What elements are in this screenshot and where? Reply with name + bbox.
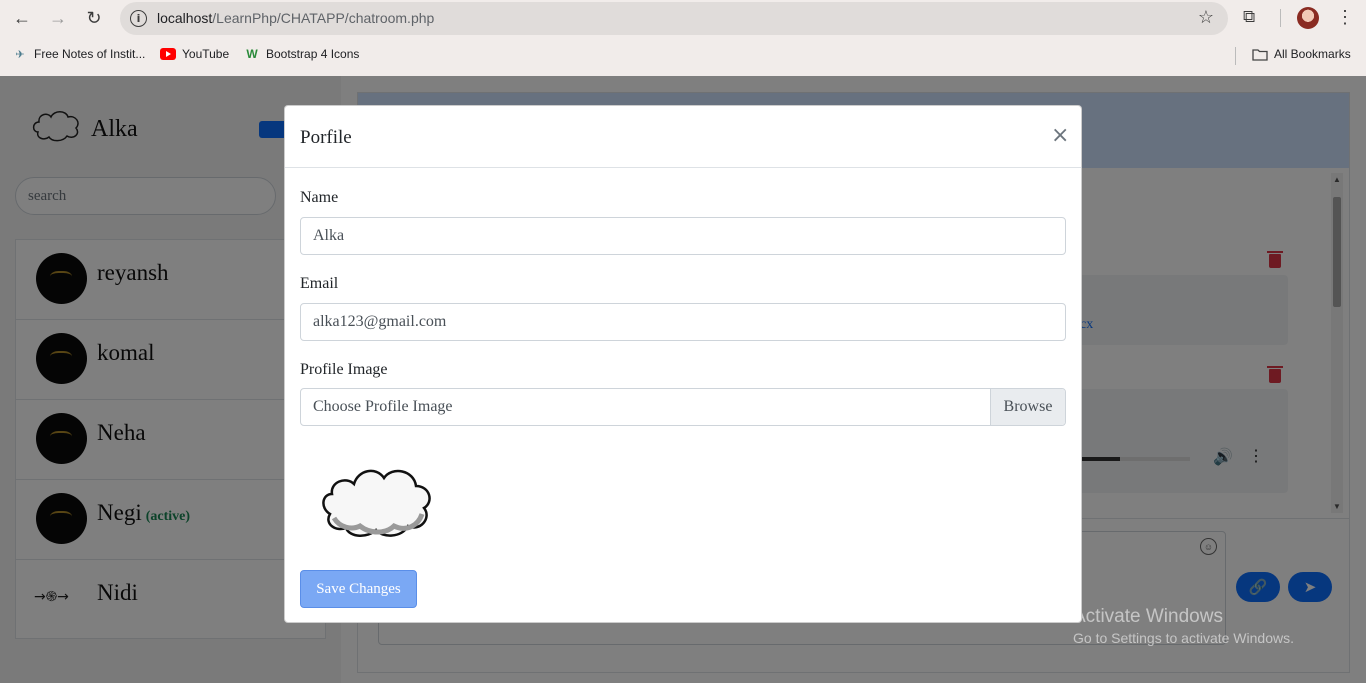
forward-icon[interactable]: →: [47, 7, 69, 29]
address-bar[interactable]: i localhost/LearnPhp/CHATAPP/chatroom.ph…: [120, 2, 1228, 35]
menu-kebab-icon[interactable]: ⋮: [1336, 7, 1354, 28]
close-icon[interactable]: ×: [1051, 123, 1069, 148]
reload-icon[interactable]: ↻: [83, 7, 105, 29]
modal-header: Porfile ×: [285, 106, 1081, 168]
profile-avatar[interactable]: [1297, 7, 1319, 29]
url-text[interactable]: localhost/LearnPhp/CHATAPP/chatroom.php: [157, 10, 434, 26]
profile-image-preview: [322, 469, 431, 537]
save-changes-button[interactable]: Save Changes: [300, 570, 417, 608]
extensions-icon[interactable]: ⧉: [1243, 7, 1265, 29]
folder-icon: [1252, 47, 1268, 61]
all-bookmarks-label: All Bookmarks: [1274, 47, 1351, 61]
toolbar-divider: [1280, 9, 1281, 27]
bookmarks-bar: ✈ Free Notes of Instit... YouTube W Boot…: [0, 36, 1366, 76]
back-icon[interactable]: ←: [11, 7, 33, 29]
bookmark-label: Free Notes of Instit...: [34, 47, 146, 61]
youtube-icon: [160, 47, 176, 61]
bookmarks-divider: [1235, 47, 1236, 65]
w-icon: W: [246, 47, 258, 61]
watermark-title: Activate Windows: [1073, 606, 1223, 627]
url-path: /LearnPhp/CHATAPP/chatroom.php: [212, 10, 435, 26]
bird-icon: ✈: [15, 48, 25, 61]
bookmark-free-notes[interactable]: ✈ Free Notes of Instit...: [12, 47, 145, 61]
bookmark-star-icon[interactable]: ☆: [1198, 7, 1214, 28]
bookmark-bootstrap-icons[interactable]: W Bootstrap 4 Icons: [244, 47, 359, 61]
profile-modal: Porfile × Name Alka Email alka123@gmail.…: [284, 105, 1082, 623]
profile-image-label: Profile Image: [300, 361, 388, 378]
url-host: localhost: [157, 10, 213, 26]
profile-image-file-input[interactable]: Choose Profile Image Browse: [300, 388, 1066, 426]
watermark-subtitle: Go to Settings to activate Windows.: [1073, 630, 1294, 646]
name-field[interactable]: Alka: [300, 217, 1066, 255]
email-label: Email: [300, 275, 339, 292]
windows-watermark: Activate Windows Go to Settings to activ…: [1073, 606, 1294, 646]
browser-toolbar: ← → ↻ i localhost/LearnPhp/CHATAPP/chatr…: [0, 0, 1366, 36]
all-bookmarks[interactable]: All Bookmarks: [1252, 47, 1351, 61]
bookmark-label: YouTube: [182, 47, 230, 61]
browse-button[interactable]: Browse: [990, 389, 1065, 425]
file-input-placeholder: Choose Profile Image: [313, 398, 453, 415]
modal-title: Porfile: [300, 127, 352, 148]
bookmark-youtube[interactable]: YouTube: [160, 47, 229, 61]
email-field[interactable]: alka123@gmail.com: [300, 303, 1066, 341]
site-info-icon[interactable]: i: [130, 10, 147, 27]
name-label: Name: [300, 189, 339, 206]
bookmark-label: Bootstrap 4 Icons: [266, 47, 360, 61]
